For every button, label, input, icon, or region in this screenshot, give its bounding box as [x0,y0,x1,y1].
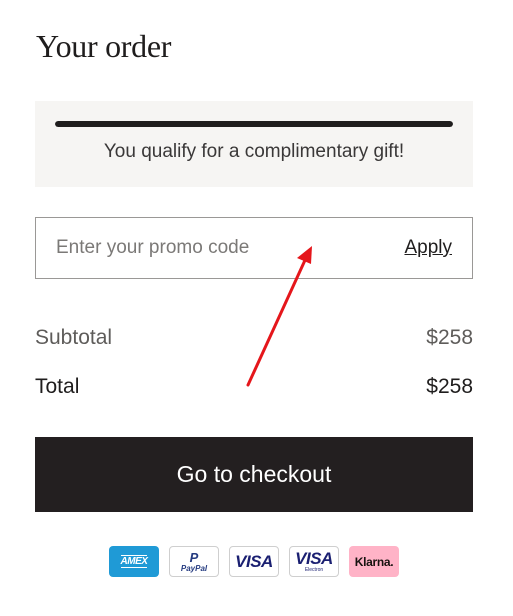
total-label: Total [35,375,80,398]
paypal-logo-text: PayPal [180,563,208,573]
visa-icon: VISA [229,546,279,577]
total-value: $258 [426,375,473,398]
subtotal-row: Subtotal $258 [35,326,473,356]
visa-electron-logo-text: VISA [295,549,333,568]
gift-progress-bar [55,121,453,127]
go-to-checkout-button[interactable]: Go to checkout [35,437,473,512]
subtotal-label: Subtotal [35,326,113,349]
klarna-logo-text: Klarna. [354,554,394,569]
gift-progress-fill [55,121,453,127]
subtotal-value: $258 [426,326,473,349]
payment-methods: AMEX P PayPal VISA VISA Electron Klarna. [109,546,401,578]
promo-code-input[interactable] [37,219,377,277]
page-title: Your order [36,28,172,64]
paypal-mark: P [189,549,199,565]
klarna-icon: Klarna. [349,546,399,577]
visa-electron-subtext: Electron [304,567,324,573]
visa-logo-text: VISA [235,552,273,571]
total-row: Total $258 [35,375,473,405]
annotation-arrow-icon [246,246,312,387]
promo-code-field: Apply [35,217,473,279]
apply-promo-link[interactable]: Apply [404,237,452,259]
paypal-icon: P PayPal [169,546,219,577]
amex-icon: AMEX [109,546,159,577]
amex-logo-text: AMEX [120,555,148,568]
gift-progress-panel: You qualify for a complimentary gift! [35,101,473,187]
visa-electron-icon: VISA Electron [289,546,339,577]
gift-message: You qualify for a complimentary gift! [103,141,405,162]
